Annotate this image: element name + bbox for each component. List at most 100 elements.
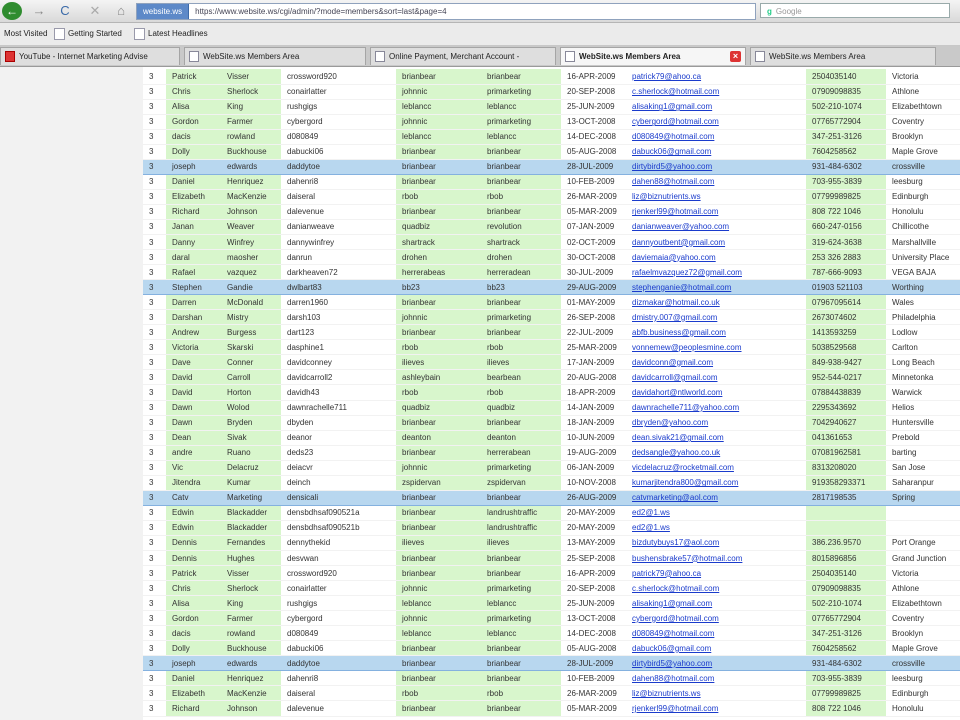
email-cell[interactable]: alisaking1@gmail.com	[626, 595, 806, 612]
table-row[interactable]: 3 Alisa King rushgigs leblancc leblancc 25-JUN…	[143, 595, 960, 612]
email-cell[interactable]: catvmarketing@aol.com	[626, 489, 806, 506]
table-row[interactable]: 3 Victoria Skarski dasphine1 rbob rbob 25-MAR-…	[143, 339, 960, 356]
email-cell[interactable]: d080849@hotmail.com	[626, 129, 806, 145]
table-row[interactable]: 3 Gordon Farmer cybergord johnnic primarketin…	[143, 610, 960, 627]
email-cell[interactable]: dedsangle@yahoo.co.uk	[626, 445, 806, 461]
address-bar[interactable]: website.ws https://www.website.ws/cgi/adm…	[136, 3, 756, 20]
table-row[interactable]: 3 Darshan Mistry darsh103 johnnic primarketin…	[143, 309, 960, 326]
table-row[interactable]: 3 Janan Weaver danianweave quadbiz revolution…	[143, 219, 960, 236]
table-row[interactable]: 3 Darren McDonald darren1960 brianbear brianb…	[143, 294, 960, 311]
table-row[interactable]: 3 Gordon Farmer cybergord johnnic primarketin…	[143, 114, 960, 130]
table-row[interactable]: 3 Elizabeth MacKenzie daiseral rbob rbob 26-MA…	[143, 685, 960, 702]
email-cell[interactable]: ed2@1.ws	[626, 505, 806, 521]
stop-button[interactable]: ✕	[86, 2, 104, 20]
tab-youtube[interactable]: YouTube - Internet Marketing Advise	[0, 47, 180, 65]
bookmark-most-visited[interactable]: Most Visited	[4, 23, 47, 45]
table-row[interactable]: 3 Dawn Bryden dbyden brianbear brianbear 18-JA…	[143, 415, 960, 431]
tab-members-area-active[interactable]: WebSite.ws Members Area ×	[560, 47, 746, 65]
email-cell[interactable]: d080849@hotmail.com	[626, 625, 806, 642]
email-cell[interactable]: dahen88@hotmail.com	[626, 670, 806, 687]
table-row[interactable]: 3 Alisa King rushgigs leblancc leblancc 25-JUN…	[143, 99, 960, 115]
table-row[interactable]: 3 dacis rowland d080849 leblancc leblancc 14-D…	[143, 625, 960, 642]
email-cell[interactable]: dawnrachelle711@yahoo.com	[626, 400, 806, 416]
email-cell[interactable]: daviemaia@yahoo.com	[626, 249, 806, 266]
table-row[interactable]: 3 Chris Sherlock conairlatter johnnic primark…	[143, 84, 960, 100]
table-row[interactable]: 3 andre Ruano deds23 brianbear herrerabean 19-…	[143, 445, 960, 461]
table-row[interactable]: 3 Dean Sivak deanor deanton deanton 10-JUN-200…	[143, 430, 960, 446]
table-row[interactable]: 3 Daniel Henriquez dahenri8 brianbear brianbe…	[143, 174, 960, 190]
email-cell[interactable]: kumarjitendra800@gmail.com	[626, 475, 806, 491]
email-cell[interactable]: stephenganie@hotmail.com	[626, 279, 806, 296]
table-row[interactable]: 3 Andrew Burgess dart123 brianbear brianbear 2…	[143, 324, 960, 341]
table-row[interactable]: 3 Edwin Blackadder densbdhsaf090521a brianbe…	[143, 505, 960, 521]
table-row[interactable]: 3 Stephen Gandie dwlbart83 bb23 bb23 29-AUG-20…	[143, 279, 960, 296]
email-cell[interactable]: dannyoutbent@gmail.com	[626, 234, 806, 251]
table-row[interactable]: 3 Dawn Wolod dawnrachelle711 quadbiz quadbiz 1…	[143, 400, 960, 416]
email-cell[interactable]: cybergord@hotmail.com	[626, 114, 806, 130]
close-tab-icon[interactable]: ×	[730, 51, 741, 62]
email-cell[interactable]: liz@biznutrients.ws	[626, 685, 806, 702]
email-cell[interactable]: ed2@1.ws	[626, 520, 806, 536]
email-cell[interactable]: dirtybird5@yahoo.com	[626, 158, 806, 175]
home-button[interactable]: ⌂	[112, 2, 130, 20]
tab-members-area[interactable]: WebSite.ws Members Area	[184, 47, 366, 65]
email-cell[interactable]: dabuck06@gmail.com	[626, 640, 806, 657]
table-row[interactable]: 3 David Carroll davidcarroll2 ashleybain bear…	[143, 369, 960, 386]
table-row[interactable]: 3 Rafael vazquez darkheaven72 herrerabeas her…	[143, 264, 960, 281]
email-cell[interactable]: c.sherlock@hotmail.com	[626, 84, 806, 100]
table-row[interactable]: 3 Dennis Fernandes dennythekid ilieves ilieve…	[143, 535, 960, 552]
tab-online-payment[interactable]: Online Payment, Merchant Account -	[370, 47, 556, 65]
bookmark-getting-started[interactable]: Getting Started	[54, 23, 122, 45]
email-cell[interactable]: danianweaver@yahoo.com	[626, 219, 806, 236]
table-row[interactable]: 3 Patrick Visser crossword920 brianbear brian…	[143, 69, 960, 85]
table-row[interactable]: 3 Jitendra Kumar deinch zspidervan zspidervan…	[143, 475, 960, 491]
table-row[interactable]: 3 Vic Delacruz deiacvr johnnic primarketing 06…	[143, 460, 960, 476]
reload-button[interactable]: C	[56, 2, 74, 20]
table-row[interactable]: 3 Dave Conner davidconney ilieves ilieves 17-J…	[143, 354, 960, 371]
email-cell[interactable]: dirtybird5@yahoo.com	[626, 655, 806, 672]
email-cell[interactable]: patrick79@ahoo.ca	[626, 69, 806, 85]
table-row[interactable]: 3 David Horton davidh43 rbob rbob 18-APR-2009 d…	[143, 384, 960, 401]
table-row[interactable]: 3 Danny Winfrey dannywinfrey shartrack shartr…	[143, 234, 960, 251]
search-input[interactable]: g Google	[760, 3, 950, 18]
email-cell[interactable]: patrick79@ahoo.ca	[626, 565, 806, 582]
back-button[interactable]: ←	[2, 2, 22, 20]
table-row[interactable]: 3 Catv Marketing densicali brianbear brianbea…	[143, 489, 960, 506]
email-cell[interactable]: dizmakar@hotmail.co.uk	[626, 294, 806, 311]
email-cell[interactable]: dmistry.007@gmail.com	[626, 309, 806, 326]
email-cell[interactable]: rjenkerl99@hotmail.com	[626, 700, 806, 717]
email-cell[interactable]: rafaelmvazquez72@gmail.com	[626, 264, 806, 281]
email-cell[interactable]: liz@biznutrients.ws	[626, 189, 806, 205]
table-row[interactable]: 3 Dolly Buckhouse dabucki06 brianbear brianbe…	[143, 144, 960, 160]
table-row[interactable]: 3 Richard Johnson dalevenue brianbear brianbe…	[143, 700, 960, 717]
table-row[interactable]: 3 Edwin Blackadder densbdhsaf090521b brianbe…	[143, 520, 960, 536]
table-row[interactable]: 3 Patrick Visser crossword920 brianbear brian…	[143, 565, 960, 582]
email-cell[interactable]: bizdutybuys17@aol.com	[626, 535, 806, 552]
email-cell[interactable]: vonnemew@peoplesmine.com	[626, 339, 806, 356]
site-identity-button[interactable]: website.ws	[137, 4, 190, 19]
forward-button[interactable]: →	[30, 2, 48, 20]
table-row[interactable]: 3 joseph edwards daddytoe brianbear brianbear…	[143, 158, 960, 175]
table-row[interactable]: 3 Daniel Henriquez dahenri8 brianbear brianbe…	[143, 670, 960, 687]
table-row[interactable]: 3 daral maosher danrun drohen drohen 30-OCT-20…	[143, 249, 960, 266]
search-engine-icon[interactable]: g	[767, 7, 772, 16]
email-cell[interactable]: bushensbrake57@hotmail.com	[626, 550, 806, 567]
email-cell[interactable]: davidcarroll@gmail.com	[626, 369, 806, 386]
table-row[interactable]: 3 Richard Johnson dalevenue brianbear brianbe…	[143, 204, 960, 220]
email-cell[interactable]: abfb.business@gmail.com	[626, 324, 806, 341]
email-cell[interactable]: davidconn@gmail.com	[626, 354, 806, 371]
table-row[interactable]: 3 dacis rowland d080849 leblancc leblancc 14-D…	[143, 129, 960, 145]
table-row[interactable]: 3 Dolly Buckhouse dabucki06 brianbear brianbe…	[143, 640, 960, 657]
table-row[interactable]: 3 joseph edwards daddytoe brianbear brianbear…	[143, 655, 960, 672]
bookmark-latest-headlines[interactable]: Latest Headlines	[134, 23, 208, 45]
table-row[interactable]: 3 Elizabeth MacKenzie daiseral rbob rbob 26-MA…	[143, 189, 960, 205]
email-cell[interactable]: alisaking1@gmail.com	[626, 99, 806, 115]
email-cell[interactable]: cybergord@hotmail.com	[626, 610, 806, 627]
url-text[interactable]: https://www.website.ws/cgi/admin/?mode=m…	[189, 4, 446, 19]
email-cell[interactable]: dahen88@hotmail.com	[626, 174, 806, 190]
email-cell[interactable]: c.sherlock@hotmail.com	[626, 580, 806, 597]
tab-members-area-2[interactable]: WebSite.ws Members Area	[750, 47, 936, 65]
table-row[interactable]: 3 Chris Sherlock conairlatter johnnic primark…	[143, 580, 960, 597]
email-cell[interactable]: davidahort@ntlworld.com	[626, 384, 806, 401]
email-cell[interactable]: dbryden@yahoo.com	[626, 415, 806, 431]
